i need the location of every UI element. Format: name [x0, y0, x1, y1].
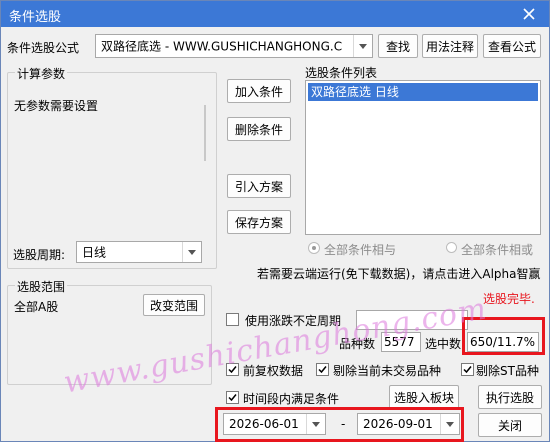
exclude-suspended-checkbox[interactable] [316, 363, 329, 376]
uncertain-period-label: 使用涨跌不定周期 [245, 314, 342, 328]
uncertain-period-input[interactable] [356, 310, 468, 330]
highlight-box [462, 317, 545, 355]
time-range-label: 时间段内满足条件 [243, 392, 340, 406]
usage-notes-button[interactable]: 用法注释 [422, 34, 478, 58]
stock-count-field: 5577 [381, 332, 421, 352]
execute-selection-button[interactable]: 执行选股 [478, 385, 542, 409]
title-bar[interactable]: 条件选股 [1, 1, 549, 27]
import-plan-button[interactable]: 引入方案 [227, 174, 291, 198]
close-icon[interactable] [519, 4, 539, 24]
params-scrollbar[interactable] [204, 105, 206, 161]
exclude-st-checkbox[interactable] [461, 363, 474, 376]
logic-or-label: 全部条件相或 [461, 243, 534, 257]
exclude-suspended-label: 剔除当前未交易品种 [333, 364, 442, 378]
chevron-down-icon[interactable] [182, 242, 201, 262]
period-select-value: 日线 [82, 245, 107, 260]
formula-select-value: 双路径底选 - WWW.GUSHICHANGHONG.C [101, 39, 343, 54]
window-title: 条件选股 [9, 10, 62, 25]
formula-select[interactable]: 双路径底选 - WWW.GUSHICHANGHONG.C [95, 34, 373, 58]
range-group-title: 选股范围 [15, 278, 68, 295]
stock-count-label: 品种数 [339, 337, 376, 351]
logic-or-radio[interactable] [446, 242, 457, 253]
params-group-title: 计算参数 [15, 65, 68, 82]
range-value: 全部A股 [14, 300, 59, 314]
logic-and-radio[interactable] [308, 242, 320, 254]
formula-label: 条件选股公式 [7, 41, 80, 55]
condition-stock-picker-window: 条件选股 条件选股公式 双路径底选 - WWW.GUSHICHANGHONG.C… [0, 0, 550, 442]
uncertain-period-checkbox[interactable] [226, 313, 239, 326]
save-plan-button[interactable]: 保存方案 [227, 210, 291, 234]
period-select[interactable]: 日线 [76, 241, 202, 263]
change-range-button[interactable]: 改变范围 [143, 294, 205, 316]
cloud-run-note[interactable]: 若需要云端运行(免下载数据)，请点击进入Alpha智赢 [257, 265, 540, 282]
view-formula-button[interactable]: 查看公式 [483, 34, 541, 58]
period-label: 选股周期: [13, 248, 66, 262]
condition-list[interactable]: 双路径底选 日线 [305, 80, 541, 235]
params-group: 计算参数 无参数需要设置 [7, 65, 217, 269]
params-message: 无参数需要设置 [14, 99, 99, 113]
time-range-checkbox[interactable] [226, 391, 239, 404]
logic-and-label: 全部条件相与 [324, 243, 397, 257]
forward-adjust-label: 前复权数据 [243, 364, 304, 378]
delete-condition-button[interactable]: 删除条件 [227, 117, 291, 141]
chevron-down-icon[interactable] [353, 35, 372, 57]
condition-list-title: 选股条件列表 [305, 66, 378, 80]
find-button[interactable]: 查找 [378, 34, 418, 58]
forward-adjust-checkbox[interactable] [226, 363, 239, 376]
range-group: 选股范围 全部A股 改变范围 [7, 278, 212, 385]
selected-count-label: 选中数 [425, 337, 462, 351]
exclude-st-label: 剔除ST品种 [476, 364, 539, 378]
stock-count-value: 5577 [384, 335, 415, 349]
add-condition-button[interactable]: 加入条件 [227, 79, 291, 103]
condition-list-item[interactable]: 双路径底选 日线 [308, 83, 538, 101]
status-text: 选股完毕. [483, 292, 535, 306]
date-range-highlight-box [215, 407, 464, 442]
close-button[interactable]: 关闭 [478, 413, 542, 437]
add-to-block-button[interactable]: 选股入板块 [389, 385, 459, 409]
